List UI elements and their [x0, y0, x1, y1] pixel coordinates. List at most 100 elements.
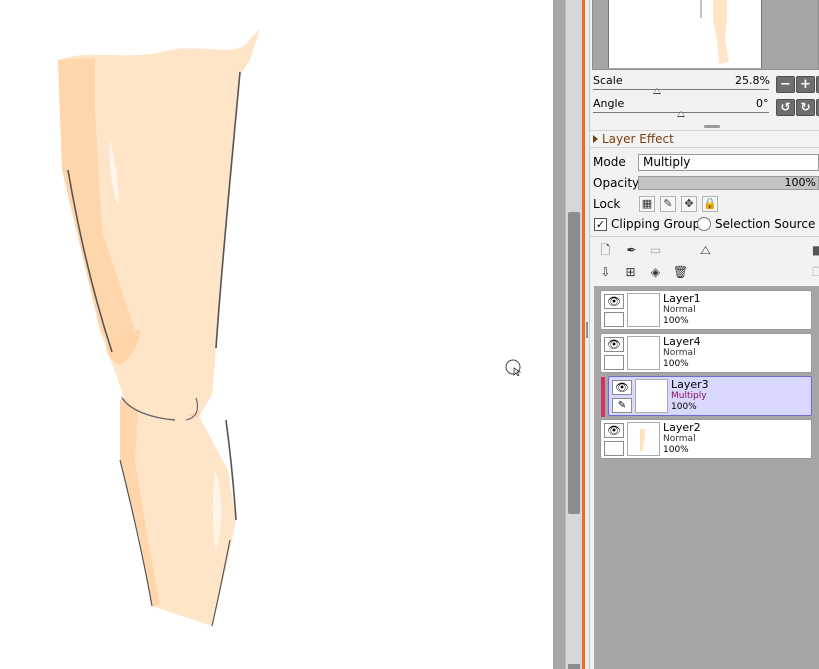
layer-list[interactable]: 👁 Layer1 Normal 100% 👁 Layer4 Normal 100… [594, 286, 819, 669]
layer-paint-indicator[interactable]: ✎ [612, 398, 632, 413]
app-window: Scale 25.8% − + Angle 0° ↺ ↻ Layer Effec… [0, 0, 819, 669]
scrollbar-thumb[interactable] [568, 212, 580, 514]
scale-label: Scale [593, 74, 623, 87]
scale-slider[interactable] [593, 89, 769, 90]
angle-slider-handle[interactable] [677, 111, 685, 117]
pen-icon: ✎ [617, 400, 627, 411]
scale-slider-handle[interactable] [653, 88, 661, 94]
canvas-gutter [553, 0, 565, 669]
trash-icon: 🗑 [672, 265, 689, 279]
angle-label: Angle [593, 97, 625, 110]
visibility-toggle[interactable]: 👁 [604, 294, 624, 309]
lock-move-button[interactable]: ✥ [681, 196, 697, 212]
arrow-down-icon: ⇩ [600, 265, 611, 279]
brush-cursor-icon [505, 359, 522, 376]
splitter-grip-icon[interactable] [586, 322, 588, 338]
layer-row[interactable]: 👁 Layer2 Normal 100% [600, 419, 812, 459]
lock-paint-button[interactable]: ✎ [660, 196, 676, 212]
layer-thumbnail [627, 293, 660, 327]
panel-extra-button-2[interactable]: ❐ [809, 264, 819, 281]
visibility-toggle[interactable]: 👁 [604, 423, 624, 438]
clear-layer-button[interactable]: ◈ [647, 264, 664, 281]
zoom-out-button[interactable]: − [776, 76, 795, 93]
panel-resize-grip-icon[interactable] [704, 125, 720, 128]
square-icon: ■ [811, 243, 819, 257]
rotate-cw-button[interactable]: ↻ [796, 99, 815, 116]
clipping-group-label[interactable]: Clipping Group [611, 217, 700, 231]
delete-layer-button[interactable]: 🗑 [672, 264, 689, 281]
lock-icon: 🔒 [703, 197, 717, 210]
expand-arrow-icon[interactable] [593, 135, 598, 143]
new-folder-button[interactable]: ▭ [647, 242, 664, 259]
layer-thumbnail [635, 379, 668, 413]
layer-mask-slot[interactable] [604, 355, 624, 370]
zoom-in-button[interactable]: + [796, 76, 815, 93]
scrollbar-bottom-cap [568, 664, 580, 669]
plus-box-icon: ⊞ [625, 265, 636, 279]
stack-icon: ❐ [812, 265, 819, 279]
checker-icon: ▦ [641, 197, 653, 210]
rotate-ccw-button[interactable]: ↺ [776, 99, 795, 116]
visibility-toggle[interactable]: 👁 [604, 337, 624, 352]
blend-mode-select[interactable]: Multiply [638, 154, 819, 171]
leg-artwork [58, 28, 260, 627]
layer-options-button[interactable]: ⧍ [697, 242, 714, 259]
navigator-page-thumbnail [608, 0, 762, 68]
new-page-icon: 🗋 [600, 243, 611, 257]
layer-name: Layer1 [663, 292, 701, 305]
panel-extra-button[interactable]: ■ [809, 242, 819, 259]
selection-source-checkbox[interactable] [697, 217, 711, 231]
layer-blend-mode: Normal [663, 305, 696, 315]
layer-row[interactable]: 👁 Layer1 Normal 100% [600, 290, 812, 330]
move-icon: ✥ [684, 197, 694, 210]
layer-mask-slot[interactable] [604, 441, 624, 456]
layer-opacity: 100% [663, 445, 689, 455]
divider [590, 236, 819, 237]
eye-icon: 👁 [607, 295, 621, 308]
layer-name: Layer2 [663, 421, 701, 434]
minus-icon: − [780, 77, 791, 92]
layer-effect-section[interactable]: Layer Effect [590, 130, 819, 148]
new-layer-button[interactable]: 🗋 [597, 242, 614, 259]
rotate-ccw-icon: ↺ [780, 100, 791, 114]
layer-blend-mode: Multiply [671, 391, 707, 401]
rotate-cw-icon: ↻ [800, 100, 811, 114]
navigator-preview[interactable] [592, 0, 819, 70]
lock-label: Lock [593, 197, 621, 211]
folder-icon: ▭ [649, 243, 662, 257]
pen-icon: ✎ [663, 197, 673, 210]
triangle-menu-icon: ⧍ [699, 243, 712, 257]
eraser-icon: ◈ [650, 265, 661, 279]
layer-row-selected[interactable]: 👁 ✎ Layer3 Multiply 100% [601, 376, 812, 417]
layer-opacity: 100% [671, 402, 697, 412]
opacity-value: 100% [784, 176, 816, 189]
layer-blend-mode: Normal [663, 348, 696, 358]
layer-opacity: 100% [663, 316, 689, 326]
transfer-down-button[interactable]: ⇩ [597, 264, 614, 281]
layer-row[interactable]: 👁 Layer4 Normal 100% [600, 333, 812, 373]
lock-transparency-button[interactable]: ▦ [639, 196, 655, 212]
eye-icon: 👁 [607, 338, 621, 351]
merge-down-button[interactable]: ⊞ [622, 264, 639, 281]
new-linework-layer-button[interactable]: ✒ [623, 242, 640, 259]
mode-label: Mode [593, 155, 626, 169]
angle-value: 0° [756, 97, 769, 110]
opacity-label: Opacity [593, 176, 640, 190]
layer-opacity: 100% [663, 359, 689, 369]
lock-all-button[interactable]: 🔒 [702, 196, 718, 212]
visibility-toggle[interactable]: 👁 [612, 380, 632, 395]
layer-thumbnail [627, 336, 660, 370]
plus-icon: + [800, 77, 811, 92]
layer-name: Layer3 [671, 378, 709, 391]
drawing-canvas[interactable] [0, 0, 553, 669]
layer-effect-header[interactable]: Layer Effect [602, 132, 674, 146]
clipping-group-checkbox[interactable]: ✓ [594, 218, 607, 231]
eye-icon: 👁 [615, 381, 629, 394]
canvas-vertical-scrollbar[interactable] [565, 0, 582, 669]
layer-blend-mode: Normal [663, 434, 696, 444]
selection-source-label[interactable]: Selection Source [715, 217, 815, 231]
layer-mask-slot[interactable] [604, 312, 624, 327]
opacity-slider[interactable]: 100% [638, 176, 819, 190]
scale-value: 25.8% [735, 74, 770, 87]
eye-icon: 👁 [607, 424, 621, 437]
